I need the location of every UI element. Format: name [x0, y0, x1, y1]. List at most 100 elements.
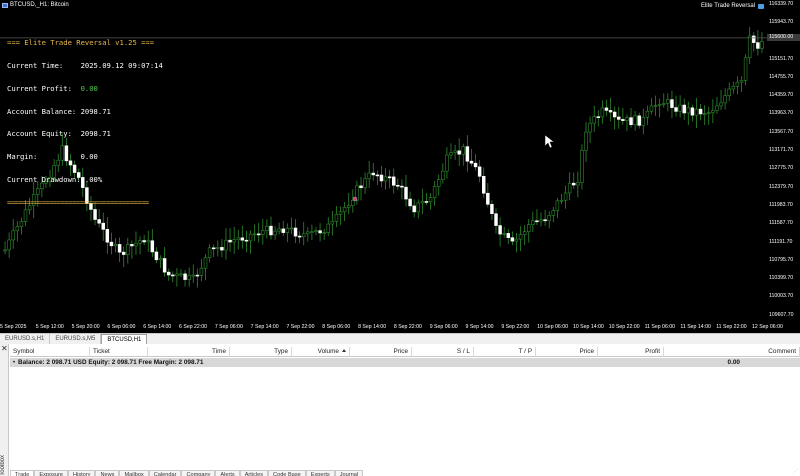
- candle-body: [113, 244, 118, 247]
- time-tick-label: 5 Sep 2025: [0, 324, 27, 330]
- tab-news[interactable]: News: [95, 470, 120, 476]
- balance-row[interactable]: • Balance: 2 098.71 USD Equity: 2 098.71…: [10, 358, 800, 367]
- column-header[interactable]: Time: [148, 347, 230, 357]
- tab-code-base[interactable]: Code Base: [268, 470, 306, 476]
- candle-body: [322, 232, 326, 234]
- candle-body: [522, 231, 527, 235]
- column-header[interactable]: Volume: [292, 347, 350, 357]
- candle-body: [682, 104, 686, 114]
- candle-body: [375, 174, 380, 177]
- candle-body: [269, 225, 273, 236]
- column-header[interactable]: Type: [230, 347, 292, 357]
- candle-body: [645, 110, 650, 118]
- bullet-icon: •: [12, 359, 16, 366]
- candle-body: [580, 149, 584, 183]
- candle-body: [694, 108, 699, 116]
- close-icon[interactable]: ✕: [1, 345, 8, 353]
- tab-company[interactable]: Company: [181, 470, 216, 476]
- expert-hat-icon[interactable]: [758, 3, 764, 9]
- tab-exposure[interactable]: Exposure: [34, 470, 69, 476]
- sort-ascending-icon: [342, 349, 346, 352]
- balance-summary: Balance: 2 098.71 USD Equity: 2 098.71 F…: [18, 359, 204, 366]
- chart-symbol-title: BTCUSD,_H1: Bitcoin: [10, 2, 69, 8]
- tab-articles[interactable]: Articles: [239, 470, 269, 476]
- candle-body: [559, 199, 564, 202]
- candle-body: [277, 228, 281, 232]
- tab-calendar[interactable]: Calendar: [148, 470, 182, 476]
- price-tick-label: 116339.70: [769, 0, 794, 7]
- time-axis[interactable]: 5 Sep 2025 5 Sep 12:00 5 Sep 20:00 6 Sep 06…: [0, 322, 783, 333]
- column-header-label: T / P: [518, 348, 532, 355]
- column-header[interactable]: Ticket: [90, 347, 148, 357]
- candle-body: [457, 150, 461, 155]
- trade-marker-icon[interactable]: [352, 196, 358, 202]
- tab-history[interactable]: History: [68, 470, 96, 476]
- price-tick-label: 113963.70: [769, 110, 794, 117]
- column-header[interactable]: T / P: [474, 347, 536, 357]
- candle-body: [183, 273, 187, 280]
- info-row-margin: Margin: 0.00: [7, 153, 163, 161]
- tab-eurusd-m5[interactable]: EURUSD.s,M5: [50, 334, 102, 344]
- candle-body: [179, 273, 183, 276]
- candle-body: [3, 249, 7, 252]
- candle-body: [752, 35, 756, 43]
- resize-grip-icon[interactable]: ⋰: [793, 469, 798, 475]
- candle-body: [633, 115, 637, 125]
- candle-body: [494, 213, 498, 226]
- candle-body: [617, 116, 621, 120]
- column-header[interactable]: S / L: [412, 347, 474, 357]
- info-label: Current Drawdown:: [7, 174, 81, 184]
- candle-body: [453, 150, 457, 153]
- candle-body: [391, 176, 396, 186]
- tab-alerts[interactable]: Alerts: [215, 470, 240, 476]
- candle-body: [121, 251, 126, 255]
- candle-body: [220, 247, 224, 251]
- candle-body: [281, 228, 285, 233]
- time-tick-label: 7 Sep 14:00: [250, 324, 279, 330]
- candle-body: [367, 172, 371, 180]
- candle-body: [289, 227, 294, 230]
- info-row-equity: Account Equity: 2098.71: [7, 130, 163, 138]
- price-tick-label: 114359.70: [769, 92, 794, 99]
- column-header[interactable]: Price: [536, 347, 598, 357]
- tab-experts[interactable]: Experts: [305, 470, 335, 476]
- tab-trade[interactable]: Trade: [10, 470, 35, 476]
- expert-advisor-label[interactable]: Elite Trade Reversal: [701, 3, 764, 9]
- mouse-cursor-icon: [544, 134, 555, 149]
- candle-body: [175, 273, 179, 277]
- candle-body: [109, 241, 114, 247]
- price-axis[interactable]: 116339.70115943.70115547.70115151.701147…: [767, 0, 800, 333]
- candle-body: [715, 105, 719, 111]
- tab-btcusd-h1[interactable]: BTCUSD,H1: [101, 334, 148, 344]
- candle-body: [420, 201, 425, 204]
- price-tick-label: 113171.70: [769, 147, 794, 154]
- column-header[interactable]: Symbol: [10, 347, 90, 357]
- tab-journal[interactable]: Journal: [334, 470, 364, 476]
- candle-body: [531, 220, 535, 225]
- candle-body: [760, 41, 764, 49]
- price-chart[interactable]: BTCUSD,_H1: Bitcoin Elite Trade Reversal…: [0, 0, 800, 333]
- candle-body: [126, 244, 130, 255]
- column-header[interactable]: Profit: [598, 347, 664, 357]
- candle-body: [146, 240, 150, 243]
- price-tick-label: 115943.70: [769, 19, 794, 25]
- candle-body: [735, 81, 740, 87]
- candle-body: [416, 202, 421, 213]
- candle-body: [379, 174, 384, 182]
- tab-mailbox[interactable]: Mailbox: [119, 470, 149, 476]
- tab-eurusd-h1[interactable]: EURUSD.s,H1: [0, 334, 51, 344]
- column-header[interactable]: Comment: [664, 347, 800, 357]
- toolbox-vertical-label[interactable]: Toolbox: [0, 455, 9, 476]
- info-panel-header: === Elite Trade Reversal v1.25 ===: [7, 38, 155, 48]
- time-tick-label: 9 Sep 06:00: [429, 324, 458, 330]
- candle-body: [150, 240, 155, 253]
- time-tick-label: 7 Sep 22:00: [286, 324, 315, 330]
- chart-title: BTCUSD,_H1: Bitcoin: [2, 2, 69, 8]
- column-header[interactable]: Price: [350, 347, 412, 357]
- price-tick-label: 110399.70: [769, 275, 794, 282]
- candle-body: [518, 234, 523, 240]
- column-header-label: Volume: [317, 348, 339, 355]
- candle-body: [612, 111, 617, 118]
- candle-body: [576, 182, 580, 186]
- column-header-label: Time: [212, 348, 226, 355]
